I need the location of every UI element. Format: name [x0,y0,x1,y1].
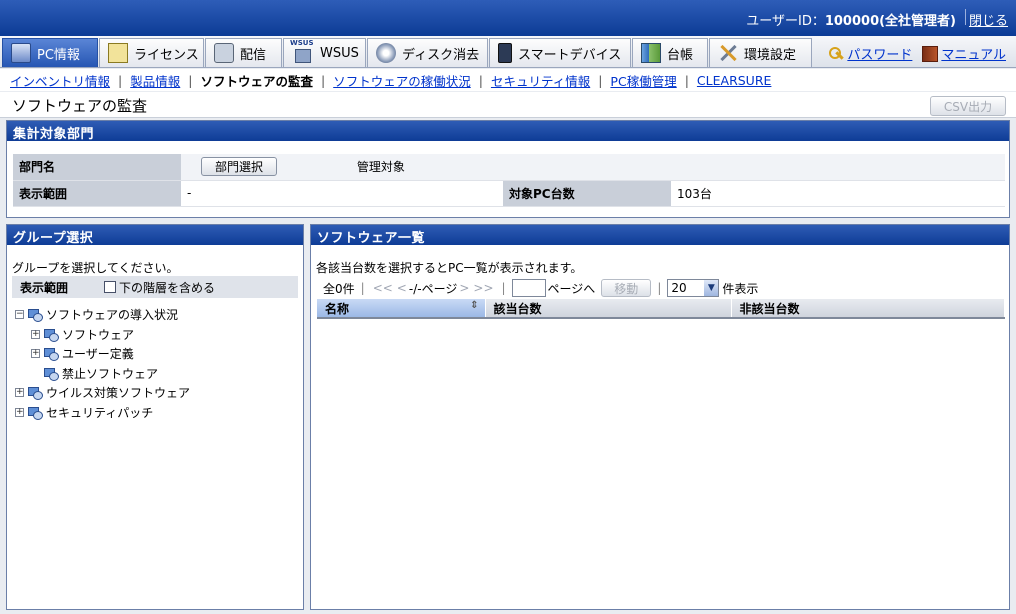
page-title: ソフトウェアの監査 [12,97,148,115]
summary-panel-title: 集計対象部門 [7,121,1009,142]
tab-license[interactable]: ライセンス [99,38,204,67]
subnav-security-info[interactable]: セキュリティ情報 [491,71,590,90]
software-table: 名称 ⇕ 該当台数 非該当台数 [317,299,1005,319]
subnav-product-info[interactable]: 製品情報 [130,71,180,90]
disk-erase-icon [376,43,396,63]
subnav-software-audit: ソフトウェアの監査 [200,73,313,89]
group-hint: グループを選択してください。 [12,261,179,275]
ledger-icon [641,43,661,63]
group-tree: − ソフトウェアの導入状況 + ソフトウェア + ユーザー定義 禁止ソフトウェア… [15,305,190,422]
tree-node[interactable]: + ユーザー定義 [15,344,190,364]
range-value: - [181,180,503,207]
group-folder-icon [28,386,43,401]
column-non-applicable-count[interactable]: 非該当台数 [731,299,1005,319]
collapse-icon[interactable]: − [15,310,24,320]
subnav-inventory[interactable]: インベントリ情報 [10,71,110,90]
password-link[interactable]: パスワード [847,44,912,63]
last-page-link[interactable]: >> [473,281,493,295]
expand-icon[interactable]: + [15,388,24,398]
wsus-icon [290,39,314,63]
group-folder-icon [28,406,43,420]
dept-label: 部門名 [13,154,181,181]
csv-export-button[interactable]: CSV出力 [930,96,1006,116]
pc-count-value: 103台 [671,180,1005,207]
distribution-icon [214,43,234,63]
group-selection-panel: グループ選択 グループを選択してください。 表示範囲 下の階層を含める − ソフ… [6,224,304,610]
tab-ledger[interactable]: 台帳 [632,38,708,67]
tree-node[interactable]: + セキュリティパッチ [15,403,190,423]
group-range-label: 表示範囲 [20,280,69,295]
summary-table: 部門名 部門選択 管理対象 表示範囲 - 対象PC台数 103台 [13,154,1005,207]
group-folder-icon [44,347,59,362]
tab-pc-info[interactable]: PC情報 [2,38,98,67]
tree-node[interactable]: − ソフトウェアの導入状況 [15,305,190,325]
sort-icon: ⇕ [470,299,479,311]
smart-device-icon [498,43,512,63]
license-icon [108,43,128,63]
manual-link[interactable]: マニュアル [941,44,1006,63]
software-panel-title: ソフトウェア一覧 [311,225,1009,246]
page-to-label: ページへ [547,281,596,296]
per-page-select[interactable]: 20 ▼ [667,279,720,297]
include-sub-checkbox[interactable] [104,281,116,293]
tab-settings[interactable]: 環境設定 [709,38,812,67]
subnav-software-operation[interactable]: ソフトウェアの稼働状況 [333,71,471,90]
software-hint: 各該当台数を選択するとPC一覧が表示されます。 [316,261,583,275]
prev-page-link[interactable]: < [397,281,407,295]
group-folder-icon [28,308,43,323]
page-number-input[interactable] [511,279,546,297]
tree-node[interactable]: + ウイルス対策ソフトウェア [15,383,190,403]
range-label: 表示範囲 [13,180,181,207]
total-count: 全0件 [323,281,355,296]
subnav-clearsure[interactable]: CLEARSURE [697,73,772,88]
software-list-panel: ソフトウェア一覧 各該当台数を選択するとPC一覧が表示されます。 全0件 | <… [310,224,1010,610]
group-folder-icon [44,328,59,342]
summary-panel: 集計対象部門 部門名 部門選択 管理対象 表示範囲 - 対象PC台数 103台 [6,120,1010,218]
pager: 全0件 | << < -/-ページ > >> | ページへ 移動 | 20 ▼ … [323,279,759,297]
page-title-bar: ソフトウェアの監査 CSV出力 [0,92,1016,118]
group-range-bar: 表示範囲 下の階層を含める [12,276,298,298]
page-indicator: -/-ページ [408,281,458,296]
top-bar: ユーザーID：100000(全社管理者) 閉じる [0,0,1016,36]
column-applicable-count[interactable]: 該当台数 [485,299,732,319]
per-page-suffix: 件表示 [722,281,759,296]
pc-count-label: 対象PC台数 [503,180,671,207]
tab-smart-device[interactable]: スマートデバイス [489,38,631,67]
expand-icon[interactable]: + [15,407,24,417]
next-page-link[interactable]: > [459,281,469,295]
column-name[interactable]: 名称 ⇕ [317,299,486,319]
tree-node[interactable]: + ソフトウェア [15,325,190,345]
utility-links: パスワード マニュアル [828,44,1006,63]
settings-tools-icon [718,43,738,63]
divider [965,9,966,25]
expand-icon[interactable]: + [31,349,40,359]
expand-icon[interactable]: + [31,329,40,339]
sub-navigation: インベントリ情報 | 製品情報 | ソフトウェアの監査 | ソフトウェアの稼働状況 | … [0,69,1016,91]
pc-icon [11,43,31,63]
manual-book-icon [922,45,939,62]
tab-disk-erase[interactable]: ディスク消去 [367,38,488,67]
tab-wsus[interactable]: WSUS [283,38,366,67]
include-sub-label[interactable]: 下の階層を含める [119,279,215,296]
user-info: ユーザーID：100000(全社管理者) [746,14,956,29]
dept-select-button[interactable]: 部門選択 [201,157,277,177]
group-folder-icon [44,367,59,381]
key-icon [828,46,844,62]
close-link[interactable]: 閉じる [969,10,1008,29]
tab-distribution[interactable]: 配信 [205,38,282,67]
first-page-link[interactable]: << [373,281,393,295]
subnav-pc-operation[interactable]: PC稼働管理 [610,71,676,90]
chevron-down-icon: ▼ [704,280,719,296]
group-panel-title: グループ選択 [7,225,303,246]
move-button[interactable]: 移動 [601,279,652,297]
dept-value: 管理対象 [356,160,405,175]
tree-node[interactable]: 禁止ソフトウェア [15,364,190,384]
